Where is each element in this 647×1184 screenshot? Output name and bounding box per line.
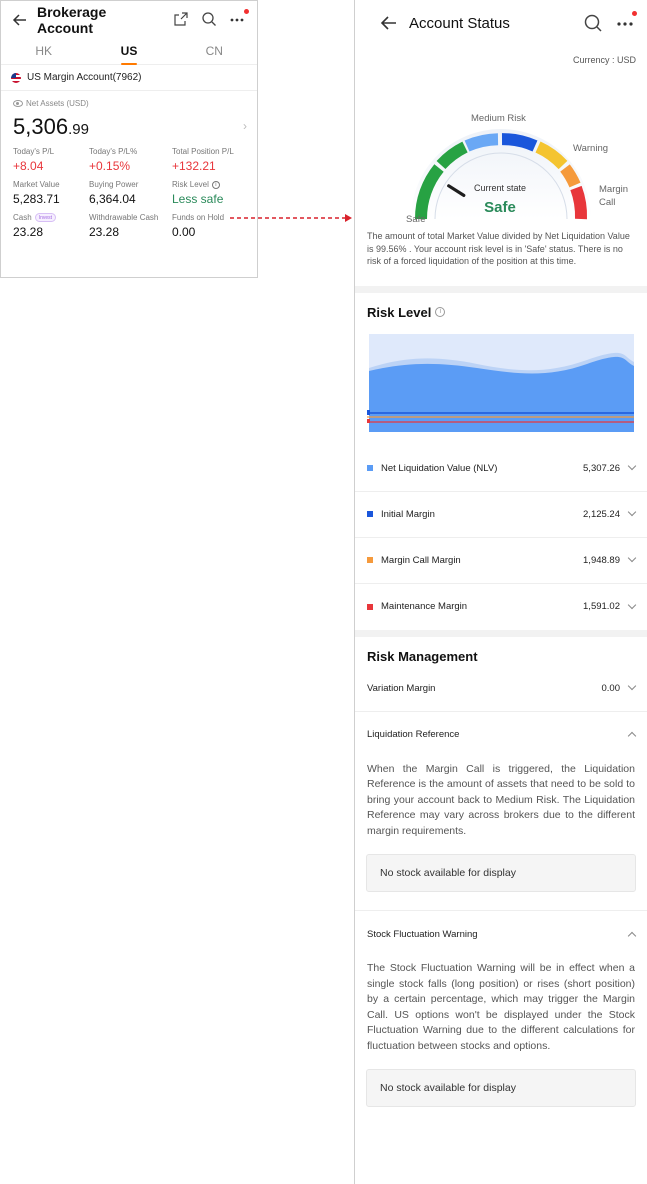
page-title: Account Status xyxy=(409,14,510,32)
variation-margin-row[interactable]: Variation Margin 0.00 xyxy=(355,666,647,712)
stat-buying-power: Buying Power 6,364.04 xyxy=(89,180,139,206)
risk-level-chart xyxy=(367,333,635,432)
legend-square-icon xyxy=(367,557,373,563)
gauge-label-safe: Safe xyxy=(406,214,426,225)
account-selector[interactable]: US Margin Account(7962) xyxy=(1,65,257,91)
invest-badge[interactable]: Invest xyxy=(34,213,57,222)
page-title: Brokerage Account xyxy=(37,4,107,36)
risk-level-title: Risk Level i xyxy=(355,293,647,320)
current-state-value: Safe xyxy=(484,199,516,216)
divider xyxy=(355,629,647,637)
stock-fluctuation-row[interactable]: Stock Fluctuation Warning xyxy=(355,911,647,957)
liquidation-reference-text: When the Margin Call is triggered, the L… xyxy=(367,762,635,837)
more-icon[interactable] xyxy=(229,9,249,29)
metric-initial-margin[interactable]: Initial Margin 2,125.24 xyxy=(355,492,647,538)
tab-hk[interactable]: HK xyxy=(1,39,86,64)
chevron-down-icon[interactable] xyxy=(627,507,637,517)
eye-icon[interactable] xyxy=(13,100,23,107)
currency-label: Currency : USD xyxy=(572,55,636,65)
risk-management-title: Risk Management xyxy=(367,648,478,664)
search-icon[interactable] xyxy=(201,11,219,29)
gauge-label-warning: Warning xyxy=(573,143,608,154)
divider xyxy=(355,285,647,293)
stat-total-position-pl: Total Position P/L +132.21 xyxy=(172,147,234,173)
status-description: The amount of total Market Value divided… xyxy=(367,231,630,266)
metric-nlv[interactable]: Net Liquidation Value (NLV) 5,307.26 xyxy=(355,446,647,492)
more-icon[interactable] xyxy=(615,11,637,33)
chevron-up-icon[interactable] xyxy=(627,931,637,940)
chevron-down-icon[interactable] xyxy=(627,681,637,691)
net-assets-section[interactable]: Net Assets (USD) 5,306.99 › xyxy=(1,91,257,140)
stat-withdrawable-cash: Withdrawable Cash 23.28 xyxy=(89,213,159,239)
info-icon[interactable]: i xyxy=(211,180,220,189)
notification-dot xyxy=(632,11,637,16)
gauge-label-margin: Margin xyxy=(599,184,628,195)
net-assets-label: Net Assets (USD) xyxy=(13,99,245,108)
legend-square-icon xyxy=(367,465,373,471)
gauge-label-medium: Medium Risk xyxy=(471,113,526,124)
metric-maintenance-margin[interactable]: Maintenance Margin 1,591.02 xyxy=(355,584,647,630)
stat-cash: Cash Invest 23.28 xyxy=(13,212,89,239)
header: Brokerage Account xyxy=(1,1,257,39)
risk-gauge: Safe Medium Risk Warning Margin Call Cur… xyxy=(355,65,647,230)
liquidation-reference-row[interactable]: Liquidation Reference xyxy=(355,712,647,758)
chevron-right-icon[interactable]: › xyxy=(243,119,247,133)
chevron-down-icon[interactable] xyxy=(627,553,637,563)
stat-market-value: Market Value 5,283.71 xyxy=(13,180,60,206)
share-icon[interactable] xyxy=(173,11,191,29)
stat-todays-pl-pct: Today's P/L% +0.15% xyxy=(89,147,138,173)
gauge-label-call: Call xyxy=(599,197,615,208)
chevron-down-icon[interactable] xyxy=(627,600,637,609)
account-stats-grid: Today's P/L +8.04 Today's P/L% +0.15% To… xyxy=(1,140,257,239)
back-arrow-icon[interactable] xyxy=(379,13,399,33)
notification-dot xyxy=(244,9,249,14)
net-assets-value: 5,306.99 xyxy=(13,114,89,139)
back-arrow-icon[interactable] xyxy=(11,11,29,29)
us-flag-icon xyxy=(11,72,21,83)
stock-fluctuation-text: The Stock Fluctuation Warning will be in… xyxy=(367,962,635,1052)
no-stock-placeholder: No stock available for display xyxy=(366,854,636,892)
current-state-label: Current state xyxy=(474,183,526,193)
tab-us[interactable]: US xyxy=(86,39,171,65)
market-tabs: HK US CN xyxy=(1,39,257,65)
metric-margin-call-margin[interactable]: Margin Call Margin 1,948.89 xyxy=(355,538,647,584)
account-name: US Margin Account(7962) xyxy=(27,72,142,83)
stat-todays-pl: Today's P/L +8.04 xyxy=(13,147,55,173)
info-icon[interactable]: i xyxy=(435,307,446,317)
no-stock-placeholder: No stock available for display xyxy=(366,1069,636,1107)
account-status-panel: Account Status Currency : USD Safe Mediu… xyxy=(354,0,647,1184)
margin-metrics-list: Net Liquidation Value (NLV) 5,307.26 Ini… xyxy=(355,446,647,630)
brokerage-account-panel: Brokerage Account HK US CN US Margin Acc… xyxy=(0,0,258,278)
header: Account Status xyxy=(355,0,647,46)
chevron-up-icon[interactable] xyxy=(627,731,637,741)
connector-arrow xyxy=(230,214,352,222)
tab-cn[interactable]: CN xyxy=(172,39,257,64)
legend-square-icon xyxy=(367,511,373,517)
stat-risk-level[interactable]: Risk Level i Less safe xyxy=(172,179,258,206)
search-icon[interactable] xyxy=(583,13,603,33)
chevron-down-icon[interactable] xyxy=(627,461,637,471)
legend-square-icon xyxy=(367,603,373,610)
